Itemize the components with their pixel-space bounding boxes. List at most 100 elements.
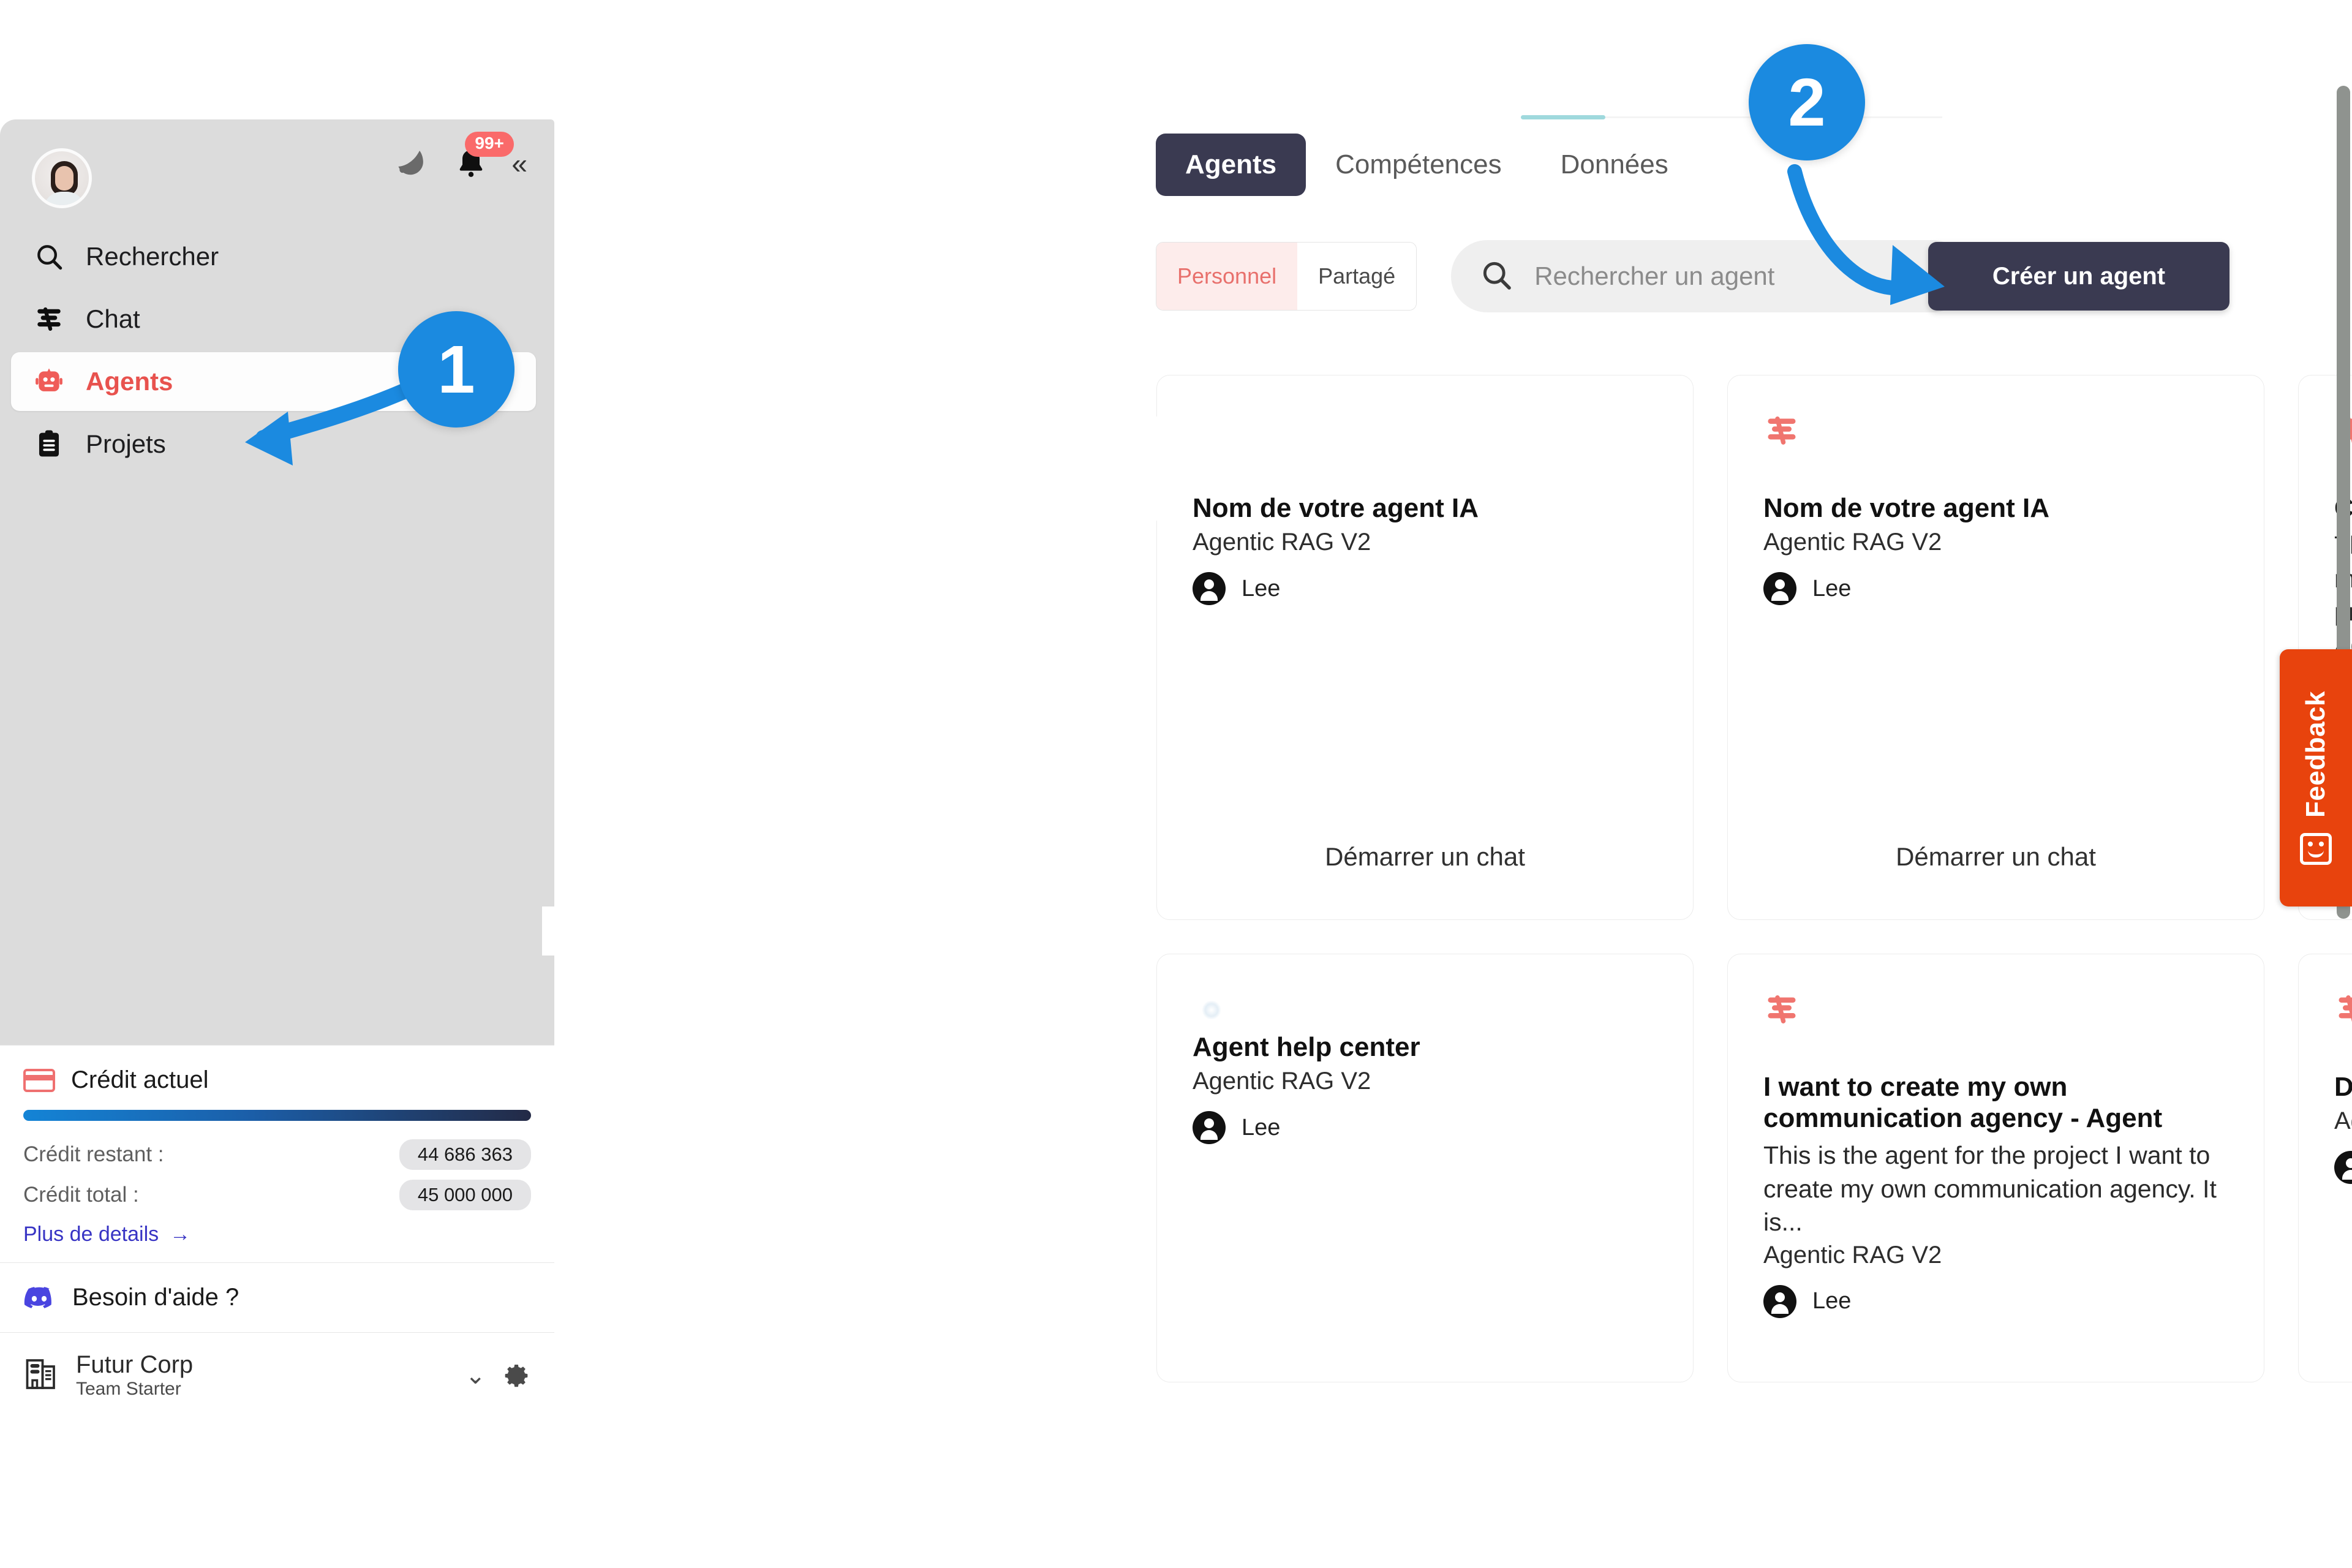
agent-model: Agentic RAG V2	[2334, 1107, 2352, 1135]
help-label: Besoin d'aide ?	[72, 1284, 239, 1311]
render-artifact	[1050, 484, 1173, 521]
avatar-body	[43, 192, 85, 205]
feedback-tab[interactable]: Feedback	[2280, 649, 2352, 907]
credit-total-row: Crédit total : 45 000 000	[23, 1180, 531, 1211]
search-placeholder: Rechercher un agent	[1534, 262, 1775, 290]
start-chat-button[interactable]: Démarrer un chat	[1728, 842, 2264, 872]
agent-title: Nom de votre agent IA	[1763, 493, 2049, 523]
org-switcher[interactable]: Futur Corp Team Starter ⌄	[0, 1332, 554, 1424]
credit-title: Crédit actuel	[71, 1066, 209, 1094]
search-icon	[1479, 258, 1513, 295]
gear-icon[interactable]	[502, 1361, 531, 1390]
render-artifact	[542, 907, 1106, 956]
collapse-sidebar-icon[interactable]: «	[511, 149, 527, 178]
notifications-bell[interactable]: 99+	[454, 132, 514, 181]
tab-competences[interactable]: Compétences	[1306, 134, 1531, 196]
person-icon	[1763, 572, 1796, 606]
help-link[interactable]: Besoin d'aide ?	[0, 1262, 554, 1332]
credit-progress-bar	[23, 1110, 531, 1121]
render-artifact	[726, 824, 885, 879]
more-details-label: Plus de details	[23, 1223, 159, 1246]
chat-icon	[33, 303, 65, 335]
agent-owner: Lee	[1763, 572, 2228, 606]
agent-card[interactable]: Agent help center Agentic RAG V2 Lee	[1156, 954, 1694, 1382]
credit-inner: Crédit actuel Crédit restant : 44 686 36…	[0, 1046, 554, 1262]
scope-partage-button[interactable]: Partagé	[1297, 243, 1417, 310]
decorative-teal-underline	[1521, 115, 1605, 119]
render-artifact	[867, 824, 910, 879]
credit-total-label: Crédit total :	[23, 1183, 139, 1207]
sidebar-item-label: Chat	[86, 304, 140, 333]
agent-owner-name: Lee	[1812, 575, 1852, 601]
notification-count-badge: 99+	[465, 132, 514, 157]
agent-owner-name: Lee	[1812, 1288, 1852, 1314]
sidebar-header-icons: 99+ «	[394, 132, 527, 181]
agent-title: Documentation agent	[2334, 1072, 2352, 1102]
annotation-callout-1: 1	[398, 311, 514, 428]
agent-owner: Lee	[1193, 572, 1657, 606]
agent-card[interactable]: I want to create my own communication ag…	[1727, 954, 2264, 1382]
agent-owner-name: Lee	[1242, 1114, 1281, 1140]
scope-personnel-button[interactable]: Personnel	[1156, 243, 1298, 310]
more-details-link[interactable]: Plus de details →	[23, 1223, 531, 1246]
agent-title: I want to create my own communication ag…	[1763, 1072, 2163, 1134]
search-input[interactable]: Rechercher un agent	[1451, 240, 1969, 312]
agent-owner: Lee	[1193, 1111, 1657, 1145]
clipboard-icon	[33, 428, 65, 460]
credit-panel: Crédit actuel Crédit restant : 44 686 36…	[0, 1045, 554, 1424]
org-name: Futur Corp	[76, 1351, 194, 1379]
agent-logo-icon	[1763, 991, 2228, 1031]
arrow-right-icon: →	[170, 1223, 191, 1246]
scope-toggle: Personnel Partagé	[1156, 242, 1417, 311]
agent-model: Agentic RAG V2	[1193, 529, 1371, 556]
discord-icon	[23, 1286, 55, 1310]
main-content: Agents Compétences Données Personnel Par…	[542, 0, 2352, 1568]
start-chat-button[interactable]: Démarrer un chat	[1157, 842, 1693, 872]
agent-description: This is the agent for the project I want…	[1763, 1141, 2217, 1237]
agent-owner-name: Lee	[1242, 575, 1281, 601]
agent-model: Agentic RAG V2	[1763, 529, 1942, 556]
content-tabs: Agents Compétences Données	[1156, 134, 1698, 196]
credit-remaining-value: 44 686 363	[399, 1139, 531, 1170]
person-icon	[1193, 572, 1226, 606]
render-artifact	[1050, 723, 1124, 845]
create-agent-button[interactable]: Créer un agent	[1928, 242, 2230, 311]
avatar[interactable]	[32, 148, 92, 208]
sidebar-item-rechercher[interactable]: Rechercher	[11, 227, 536, 286]
chevron-down-icon[interactable]: ⌄	[465, 1362, 486, 1390]
building-icon	[23, 1355, 60, 1395]
agent-owner: Lee	[2334, 1151, 2352, 1185]
tab-agents[interactable]: Agents	[1156, 134, 1306, 196]
robot-icon	[33, 366, 65, 398]
agents-grid: Nom de votre agent IA Agentic RAG V2 Lee…	[1156, 375, 2352, 1382]
annotation-callout-2: 2	[1749, 44, 1865, 160]
smiley-feedback-icon	[2300, 833, 2332, 865]
agent-card[interactable]: Documentation agent Agentic RAG V2 Lee	[2298, 954, 2352, 1382]
sidebar-item-label: Rechercher	[86, 242, 219, 271]
credit-card-icon	[23, 1068, 55, 1092]
person-icon	[1193, 1111, 1226, 1145]
person-icon	[2334, 1151, 2352, 1185]
filter-bar: Personnel Partagé Rechercher un agent	[1156, 240, 1969, 312]
org-text: Futur Corp Team Starter	[76, 1351, 193, 1400]
credit-remaining-row: Crédit restant : 44 686 363	[23, 1139, 531, 1170]
tab-donnees[interactable]: Données	[1531, 134, 1698, 196]
credit-remaining-label: Crédit restant :	[23, 1142, 164, 1167]
sidebar-item-label: Agents	[86, 367, 173, 396]
agent-model: Agentic RAG V2	[1193, 1068, 1371, 1095]
render-artifact	[1050, 417, 1369, 484]
agent-logo-icon	[1763, 412, 2228, 452]
search-icon	[33, 241, 65, 273]
feedback-label: Feedback	[2301, 690, 2331, 818]
org-plan: Team Starter	[76, 1379, 181, 1399]
agent-title: Agent help center	[1193, 1032, 1420, 1062]
agent-title: Nom de votre agent IA	[1193, 493, 1479, 523]
agent-owner: Lee	[1763, 1284, 2228, 1318]
person-icon	[1763, 1284, 1796, 1318]
sidebar-item-label: Projets	[86, 429, 166, 458]
agent-logo-icon	[2334, 991, 2352, 1031]
theme-toggle-icon[interactable]	[394, 146, 428, 181]
app-root: 99+ « Rechercher Chat Agents Projets Cré…	[0, 0, 2352, 1568]
agent-card[interactable]: Nom de votre agent IA Agentic RAG V2 Lee…	[1727, 375, 2264, 920]
credit-header: Crédit actuel	[23, 1066, 531, 1094]
